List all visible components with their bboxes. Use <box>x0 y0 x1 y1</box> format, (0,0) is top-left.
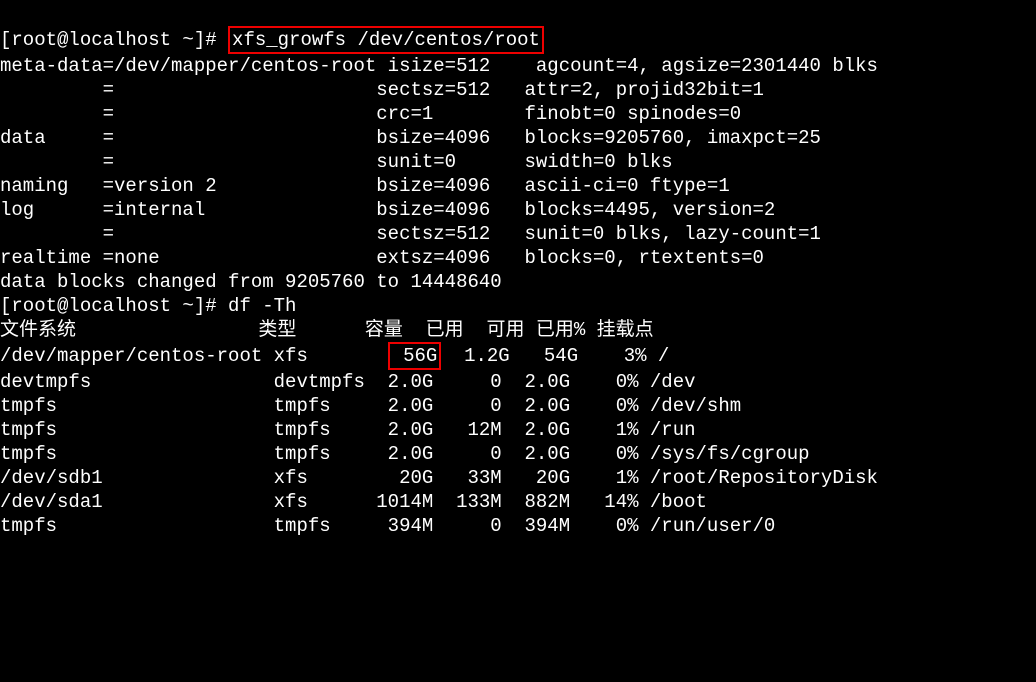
df-row: devtmpfs devtmpfs 2.0G 0 2.0G 0% /dev <box>0 371 696 393</box>
df-row: /dev/sdb1 xfs 20G 33M 20G 1% /root/Repos… <box>0 467 878 489</box>
output-line: data = bsize=4096 blocks=9205760, imaxpc… <box>0 127 821 149</box>
output-line: log =internal bsize=4096 blocks=4495, ve… <box>0 199 775 221</box>
prompt-2: [root@localhost ~]# <box>0 295 217 317</box>
prompt-1: [root@localhost ~]# <box>0 29 217 51</box>
output-line: = sectsz=512 attr=2, projid32bit=1 <box>0 79 764 101</box>
command-df: df -Th <box>228 295 296 317</box>
df-row: /dev/mapper/centos-root xfs <box>0 345 388 367</box>
df-header: 文件系统 类型 容量 已用 可用 已用% 挂载点 <box>0 319 654 341</box>
df-row: tmpfs tmpfs 2.0G 0 2.0G 0% /sys/fs/cgrou… <box>0 443 810 465</box>
output-line: = sunit=0 swidth=0 blks <box>0 151 673 173</box>
df-row: tmpfs tmpfs 2.0G 12M 2.0G 1% /run <box>0 419 696 441</box>
df-row: tmpfs tmpfs 2.0G 0 2.0G 0% /dev/shm <box>0 395 741 417</box>
terminal-output[interactable]: [root@localhost ~]# xfs_growfs /dev/cent… <box>0 24 1036 538</box>
size-highlight: 56G <box>388 342 442 370</box>
output-line: meta-data=/dev/mapper/centos-root isize=… <box>0 55 878 77</box>
output-line: = crc=1 finobt=0 spinodes=0 <box>0 103 741 125</box>
output-line: data blocks changed from 9205760 to 1444… <box>0 271 502 293</box>
df-row: /dev/sda1 xfs 1014M 133M 882M 14% /boot <box>0 491 707 513</box>
output-line: naming =version 2 bsize=4096 ascii-ci=0 … <box>0 175 730 197</box>
command-xfs-growfs: xfs_growfs /dev/centos/root <box>228 26 544 54</box>
df-row: tmpfs tmpfs 394M 0 394M 0% /run/user/0 <box>0 515 775 537</box>
output-line: = sectsz=512 sunit=0 blks, lazy-count=1 <box>0 223 821 245</box>
df-row: 1.2G 54G 3% / <box>441 345 669 367</box>
output-line: realtime =none extsz=4096 blocks=0, rtex… <box>0 247 764 269</box>
